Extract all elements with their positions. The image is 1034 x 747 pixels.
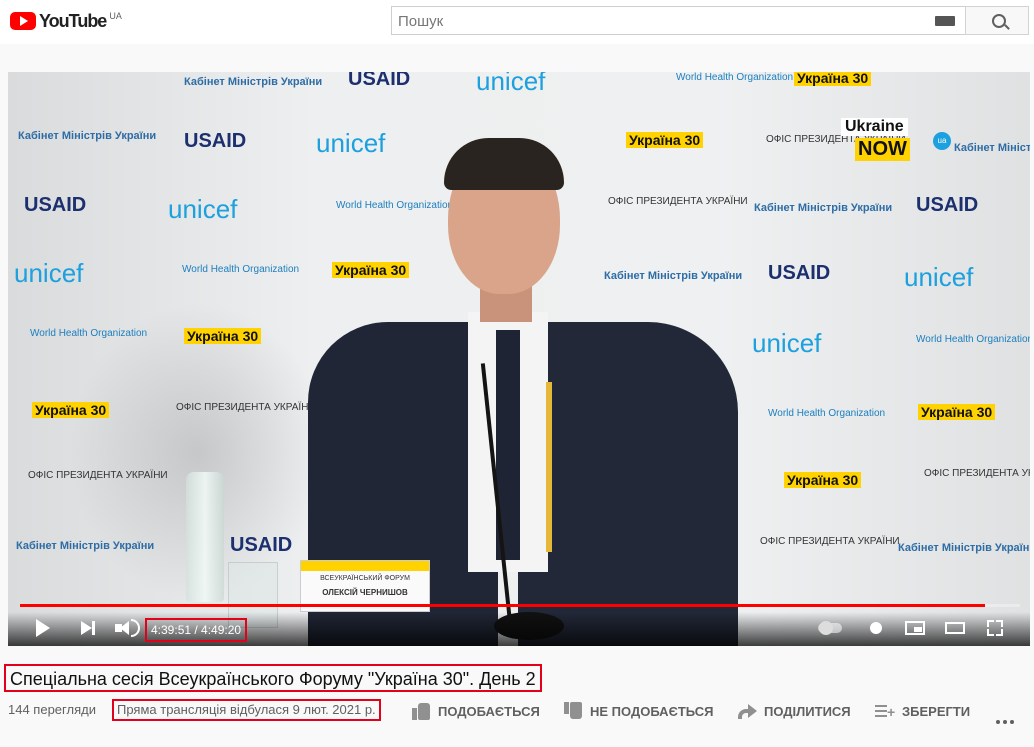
- usaid-logo: USAID: [230, 534, 293, 556]
- progress-bar[interactable]: [20, 604, 1020, 607]
- play-button[interactable]: [30, 610, 56, 646]
- video-player[interactable]: USAID unicef World Health Organization У…: [8, 72, 1030, 646]
- kabinet-logo: Кабінет Міністрів України: [16, 540, 155, 552]
- youtube-logo[interactable]: YouTube UA: [10, 9, 122, 33]
- dislike-button[interactable]: НЕ ПОДОБАЄТЬСЯ: [562, 700, 714, 722]
- unicef-logo: unicef: [904, 262, 974, 292]
- progress-fill: [20, 604, 985, 607]
- ukraina30-logo: Україна 30: [918, 404, 996, 420]
- ukraina30-logo: Україна 30: [794, 72, 872, 86]
- usaid-logo: USAID: [184, 130, 247, 152]
- who-logo: World Health Organization: [30, 328, 148, 339]
- unicef-logo: unicef: [476, 72, 546, 96]
- ukraina30-logo: Україна 30: [784, 472, 862, 488]
- video-title: Спеціальна сесія Всеукраїнського Форуму …: [4, 664, 542, 692]
- search-input[interactable]: [392, 7, 940, 36]
- kabinet-logo: Кабінет Міністрів України: [954, 142, 1030, 154]
- usaid-logo: USAID: [916, 194, 979, 216]
- volume-icon[interactable]: [114, 610, 140, 646]
- like-button[interactable]: ПОДОБАЄТЬСЯ: [410, 700, 540, 722]
- autoplay-toggle[interactable]: [816, 610, 844, 646]
- country-code: UA: [109, 11, 122, 21]
- who-logo: World Health Organization: [182, 264, 300, 275]
- logo-text: YouTube: [39, 10, 107, 31]
- search-button[interactable]: [965, 6, 1029, 35]
- thumbs-up-icon: [410, 701, 432, 721]
- share-button[interactable]: ПОДІЛИТИСЯ: [736, 700, 851, 722]
- usaid-logo: USAID: [24, 194, 87, 216]
- ofis-logo: ОФІС ПРЕЗИДЕНТА УКРАЇНИ: [766, 134, 906, 145]
- keyboard-icon[interactable]: [935, 16, 955, 26]
- search-box: [391, 6, 966, 36]
- top-bar: YouTube UA: [0, 0, 1034, 44]
- share-label: ПОДІЛИТИСЯ: [764, 703, 851, 719]
- share-icon: [736, 701, 758, 721]
- like-label: ПОДОБАЄТЬСЯ: [438, 703, 540, 719]
- usaid-logo: USAID: [348, 72, 411, 90]
- time-display: 4:39:51 / 4:49:20: [145, 618, 248, 642]
- ofis-logo: ОФІС ПРЕЗИДЕНТА УКРАЇНИ: [28, 470, 168, 481]
- save-label: ЗБЕРЕГТИ: [902, 703, 971, 719]
- who-logo: World Health Organization: [916, 334, 1030, 345]
- play-logo-icon: [10, 12, 36, 30]
- water-bottle: [186, 472, 224, 602]
- dislike-label: НЕ ПОДОБАЄТЬСЯ: [590, 703, 714, 719]
- unicef-logo: unicef: [752, 328, 822, 358]
- next-button[interactable]: [76, 610, 100, 646]
- fullscreen-icon[interactable]: [982, 610, 1008, 646]
- playlist-add-icon: [874, 701, 896, 721]
- theater-mode-icon[interactable]: [942, 610, 968, 646]
- ukraina30-logo: Україна 30: [32, 402, 110, 418]
- kabinet-logo: Кабінет Міністрів України: [898, 542, 1030, 554]
- who-logo: World Health Organization: [768, 408, 886, 419]
- unicef-logo: unicef: [168, 194, 238, 224]
- save-button[interactable]: ЗБЕРЕГТИ: [874, 700, 970, 722]
- miniplayer-icon[interactable]: [902, 610, 928, 646]
- thumbs-down-icon: [562, 701, 584, 721]
- ukraina30-logo: Україна 30: [184, 328, 262, 344]
- kabinet-logo: Кабінет Міністрів України: [184, 76, 323, 88]
- ofis-logo: ОФІС ПРЕЗИДЕНТА УКРАЇНИ: [176, 402, 316, 413]
- ofis-logo: ОФІС ПРЕЗИДЕНТА УКРАЇНИ: [924, 468, 1030, 479]
- kabinet-logo: Кабінет Міністрів України: [754, 202, 893, 214]
- unicef-logo: unicef: [14, 258, 84, 288]
- usaid-logo: USAID: [768, 262, 831, 284]
- settings-gear-icon[interactable]: [864, 610, 888, 646]
- who-logo: World Health Organization: [676, 72, 794, 83]
- ukraine-now-logo: Ukraine NOW ua: [841, 118, 951, 162]
- stream-date: Пряма трансляція відбулася 9 лют. 2021 р…: [112, 699, 381, 721]
- player-controls: 4:39:51 / 4:49:20: [8, 610, 1030, 646]
- ofis-logo: ОФІС ПРЕЗИДЕНТА УКРАЇНИ: [760, 536, 900, 547]
- kabinet-logo: Кабінет Міністрів України: [18, 130, 157, 142]
- view-count: 144 перегляди: [8, 702, 96, 717]
- search-icon: [992, 14, 1006, 28]
- more-actions-icon[interactable]: [996, 711, 1018, 724]
